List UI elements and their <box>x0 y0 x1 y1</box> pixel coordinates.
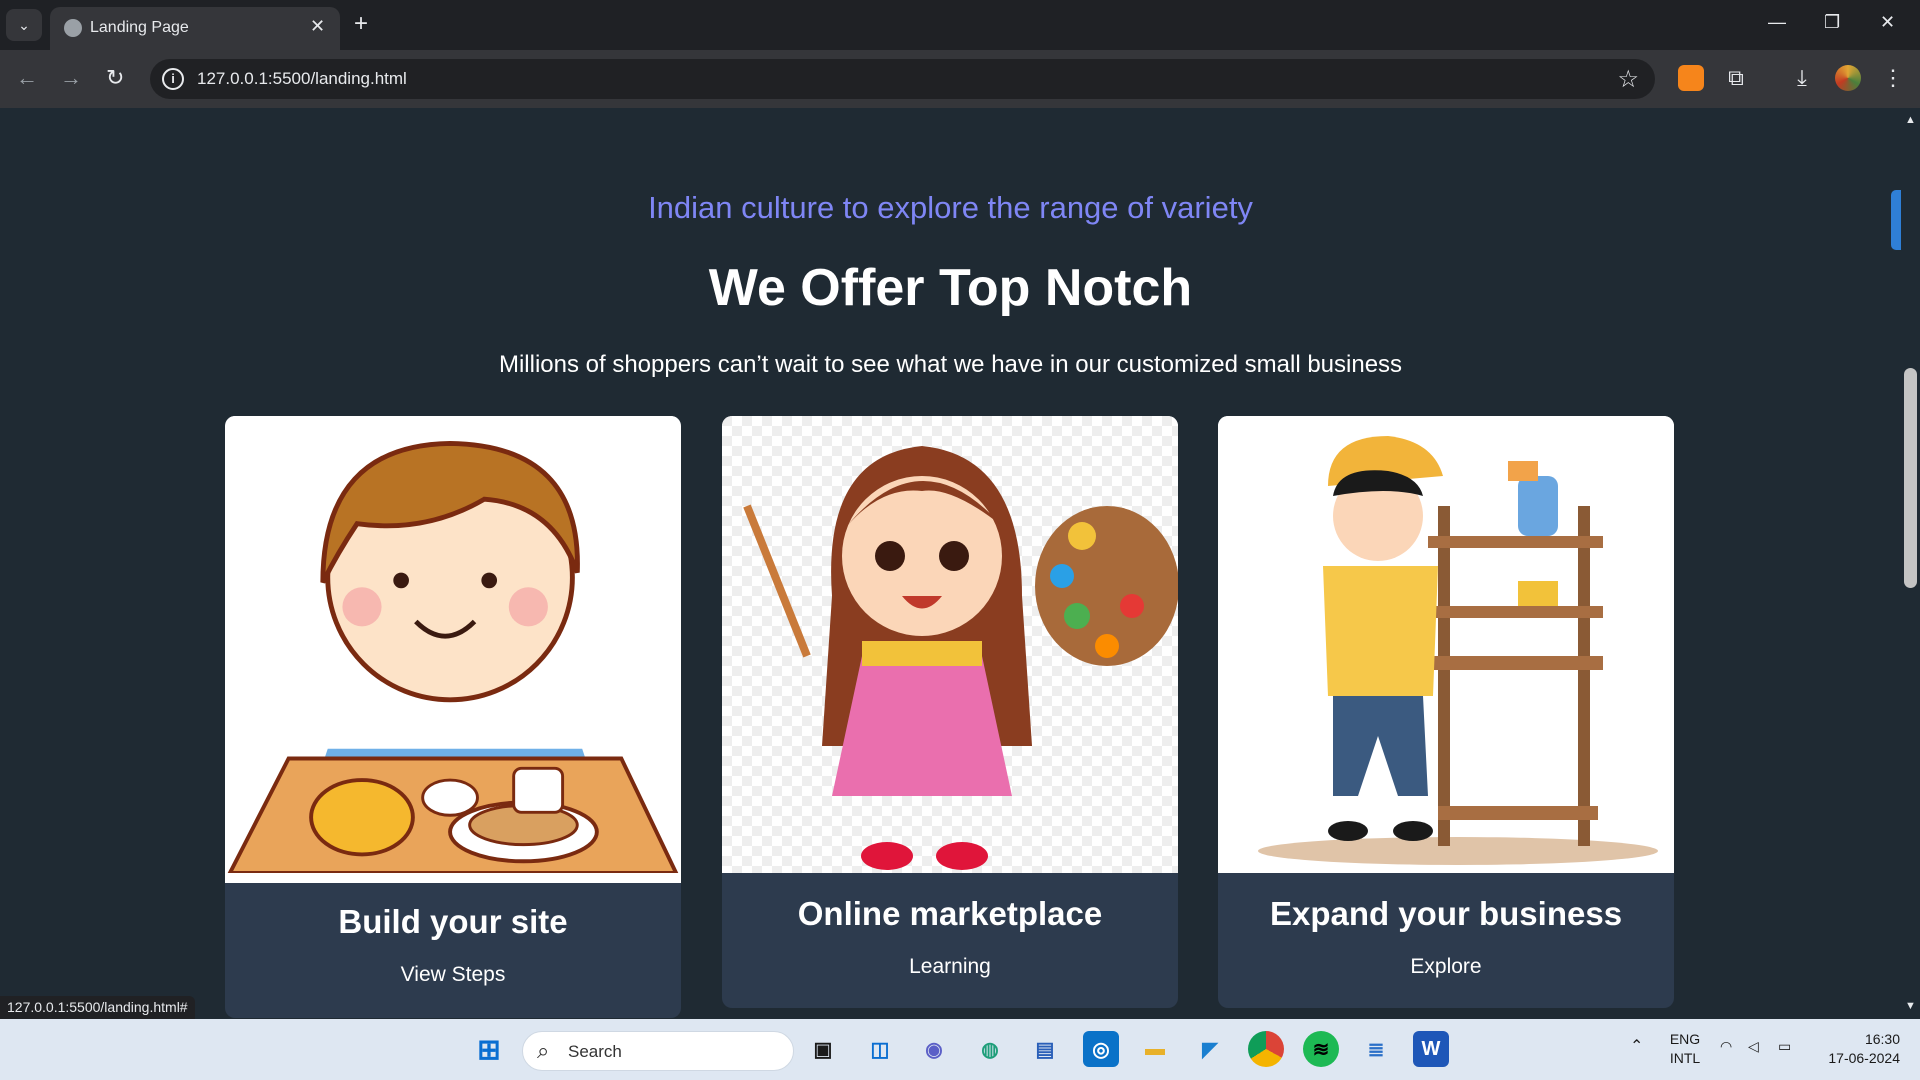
close-window-icon[interactable]: ✕ <box>1880 12 1895 33</box>
scroll-down-arrow-icon[interactable]: ▼ <box>1905 1000 1916 1012</box>
chrome-icon[interactable] <box>1248 1031 1284 1067</box>
page-viewport: Indian culture to explore the range of v… <box>0 108 1901 1019</box>
file-explorer-folder-icon[interactable]: ▬ <box>1137 1031 1173 1067</box>
spotify-icon[interactable]: ≋ <box>1303 1031 1339 1067</box>
side-panel-tab[interactable] <box>1891 190 1901 250</box>
extensions-puzzle-icon[interactable]: ⧉ <box>1723 65 1749 91</box>
clock-date: 17-06-2024 <box>1828 1050 1900 1066</box>
card-build-your-site: Build your site View Steps <box>225 416 681 1018</box>
scrollbar-thumb[interactable] <box>1904 368 1917 588</box>
taskbar-search-placeholder: Search <box>568 1042 622 1061</box>
url-text[interactable]: 127.0.0.1:5500/landing.html <box>197 69 407 89</box>
vscode-icon[interactable]: ◤ <box>1192 1031 1228 1067</box>
card-title: Online marketplace <box>797 895 1103 932</box>
card-expand-your-business: Expand your business Explore <box>1218 416 1674 1008</box>
app-icon[interactable]: ◎ <box>1083 1031 1119 1067</box>
taskbar-search-box[interactable]: ⌕ Search <box>522 1031 794 1071</box>
close-tab-icon[interactable]: ✕ <box>310 16 325 37</box>
wifi-icon[interactable]: ◠ <box>1720 1037 1732 1056</box>
tab-search-chevron-icon[interactable]: ⌄ <box>6 9 42 41</box>
language-indicator[interactable]: ENG INTL <box>1665 1030 1705 1068</box>
language-secondary: INTL <box>1669 1050 1701 1066</box>
card-title: Expand your business <box>1269 895 1623 932</box>
browser-tab[interactable]: Landing Page ✕ <box>50 7 340 50</box>
view-steps-link[interactable]: View Steps <box>225 963 681 987</box>
scroll-up-arrow-icon[interactable]: ▲ <box>1905 114 1916 126</box>
windows-taskbar: ⊞ ⌕ Search ▣ ◫ ◉ ◍ ▤ ◎ ▬ ◤ ≋ ≣ W ⌃ ENG I… <box>0 1019 1920 1080</box>
forward-arrow-icon[interactable]: → <box>60 65 82 91</box>
minimize-icon[interactable]: — <box>1768 12 1786 33</box>
section-subtitle: Indian culture to explore the range of v… <box>648 190 1253 225</box>
explore-link[interactable]: Explore <box>1218 955 1674 979</box>
reload-icon[interactable]: ↻ <box>106 65 124 91</box>
boy-with-shelf-illustration <box>1218 416 1674 873</box>
globe-icon <box>64 19 82 37</box>
clock[interactable]: 16:30 17-06-2024 <box>1810 1030 1900 1068</box>
card-title: Build your site <box>338 903 568 940</box>
language-primary: ENG <box>1669 1031 1701 1047</box>
volume-icon[interactable]: ◁ <box>1748 1037 1759 1056</box>
learning-link[interactable]: Learning <box>722 955 1178 979</box>
metamask-fox-icon[interactable] <box>1678 65 1704 91</box>
browser-tab-bar: ⌄ Landing Page ✕ + — ❐ ✕ <box>0 0 1920 50</box>
teams-chat-icon[interactable]: ◉ <box>916 1031 952 1067</box>
download-icon[interactable]: ⤓ <box>1789 65 1815 91</box>
browser-toolbar: ← → ↻ i 127.0.0.1:5500/landing.html ☆ ⧉ … <box>0 50 1920 108</box>
section-tagline: Millions of shoppers can’t wait to see w… <box>498 351 1403 378</box>
status-bar-url: 127.0.0.1:5500/landing.html# <box>0 996 195 1019</box>
notepad-icon[interactable]: ≣ <box>1358 1031 1394 1067</box>
widgets-icon[interactable]: ◫ <box>862 1031 898 1067</box>
search-icon: ⌕ <box>537 1038 550 1063</box>
restore-icon[interactable]: ❐ <box>1824 12 1840 33</box>
girl-painting-illustration <box>722 416 1178 873</box>
section-heading: We Offer Top Notch <box>708 259 1193 317</box>
microsoft-store-icon[interactable]: ▤ <box>1027 1031 1063 1067</box>
new-tab-plus-icon[interactable]: + <box>354 10 368 38</box>
windows-start-icon[interactable]: ⊞ <box>471 1031 507 1067</box>
battery-icon[interactable]: ▭ <box>1778 1037 1791 1056</box>
tray-chevron-up-icon[interactable]: ⌃ <box>1630 1037 1643 1056</box>
boy-eating-illustration <box>225 416 681 883</box>
edge-browser-icon[interactable]: ◍ <box>972 1031 1008 1067</box>
task-view-icon[interactable]: ▣ <box>805 1031 841 1067</box>
word-icon[interactable]: W <box>1413 1031 1449 1067</box>
address-bar[interactable]: i 127.0.0.1:5500/landing.html ☆ <box>150 59 1655 99</box>
menu-kebab-icon[interactable]: ⋮ <box>1880 65 1906 91</box>
page-scrollbar[interactable]: ▲ ▼ <box>1901 108 1920 1019</box>
profile-avatar[interactable] <box>1835 65 1861 91</box>
tab-title: Landing Page <box>90 19 189 36</box>
clock-time: 16:30 <box>1864 1031 1900 1047</box>
bookmark-star-icon[interactable]: ☆ <box>1617 65 1639 94</box>
card-online-marketplace: Online marketplace Learning <box>722 416 1178 1008</box>
back-arrow-icon[interactable]: ← <box>16 65 38 91</box>
site-info-icon[interactable]: i <box>162 68 184 90</box>
